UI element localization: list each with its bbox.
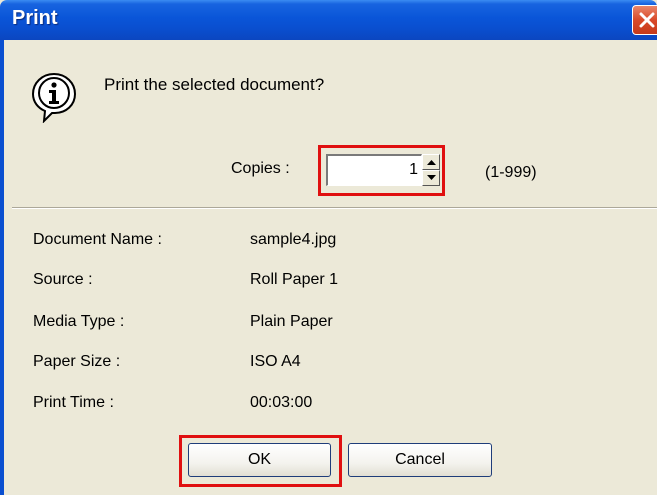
- print-time-value: 00:03:00: [250, 394, 313, 411]
- copies-input[interactable]: 1: [326, 154, 422, 186]
- ok-button[interactable]: OK: [188, 443, 331, 477]
- spin-up-button[interactable]: [422, 154, 440, 170]
- spin-down-arrow-icon: [427, 175, 436, 180]
- document-name-label: Document Name :: [33, 231, 162, 248]
- print-time-label: Print Time :: [33, 394, 114, 411]
- cancel-button[interactable]: Cancel: [348, 443, 492, 477]
- window-frame: [0, 40, 4, 495]
- spin-down-button[interactable]: [422, 170, 440, 186]
- confirmation-message: Print the selected document?: [104, 75, 325, 94]
- media-type-value: Plain Paper: [250, 313, 333, 330]
- title-bar[interactable]: Print: [0, 0, 657, 40]
- information-icon: [30, 71, 78, 128]
- source-label: Source :: [33, 271, 93, 288]
- paper-size-value: ISO A4: [250, 353, 301, 370]
- window-title: Print: [12, 7, 58, 29]
- source-value: Roll Paper 1: [250, 271, 339, 288]
- close-button[interactable]: [632, 5, 657, 35]
- divider: [12, 207, 657, 209]
- document-name-value: sample4.jpg: [250, 231, 337, 248]
- media-type-label: Media Type :: [33, 313, 125, 330]
- copies-label: Copies :: [231, 160, 290, 177]
- paper-size-label: Paper Size :: [33, 353, 121, 370]
- copies-range: (1-999): [485, 164, 537, 181]
- copies-spinner[interactable]: [422, 154, 440, 186]
- close-icon: [639, 12, 655, 28]
- spin-up-arrow-icon: [427, 160, 436, 165]
